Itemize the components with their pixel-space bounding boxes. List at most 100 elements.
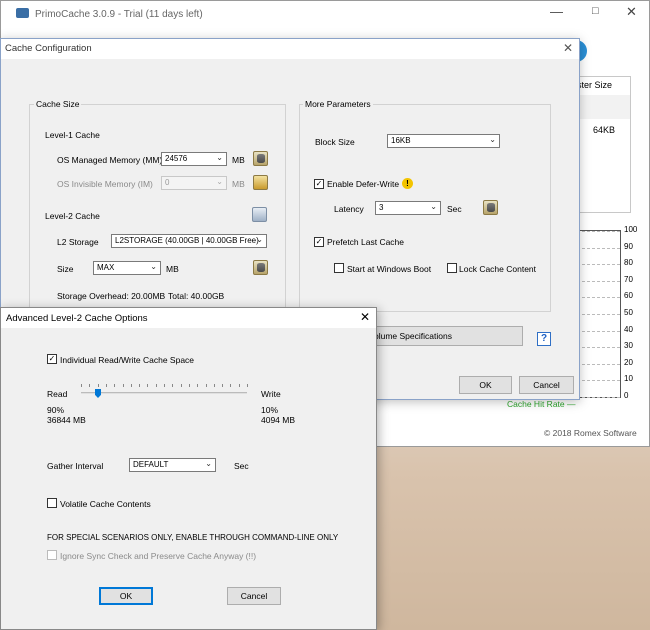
os-managed-unit: MB <box>232 155 245 165</box>
memory-icon[interactable] <box>253 175 268 190</box>
slider-tick <box>156 384 157 387</box>
graph-tick-label: 30 <box>624 341 633 351</box>
graph-gridline <box>577 280 620 282</box>
warning-icon: ! <box>402 178 413 189</box>
database-size-icon[interactable] <box>253 260 268 275</box>
cache-config-titlebar: Cache Configuration ✕ <box>1 39 579 59</box>
block-size-label: Block Size <box>315 137 355 147</box>
graph-gridline <box>577 363 620 365</box>
graph-tick-label: 20 <box>624 357 633 367</box>
latency-label: Latency <box>334 204 364 214</box>
os-invisible-combo[interactable]: 0 ⌄ <box>161 176 227 190</box>
advanced-title: Advanced Level-2 Cache Options <box>6 313 148 324</box>
slider-tick <box>222 384 223 387</box>
copyright-text: © 2018 Romex Software <box>544 428 637 438</box>
write-percent: 10% <box>261 405 279 415</box>
graph-gridline <box>577 264 620 266</box>
slider-tick <box>181 384 182 387</box>
help-icon[interactable]: ? <box>537 332 551 346</box>
database-icon[interactable] <box>253 151 268 166</box>
latency-unit: Sec <box>447 204 462 214</box>
hit-rate-graph <box>576 230 621 398</box>
level1-label: Level-1 Cache <box>45 130 100 140</box>
gather-interval-unit: Sec <box>234 461 249 471</box>
graph-gridline <box>577 380 620 382</box>
cache-config-ok-button[interactable]: OK <box>459 376 512 394</box>
size-unit: MB <box>166 264 179 274</box>
block-size-combo[interactable]: 16KB ⌄ <box>387 134 500 148</box>
database-latency-icon[interactable] <box>483 200 498 215</box>
start-windows-checkbox[interactable] <box>334 263 344 273</box>
more-params-group-label: More Parameters <box>303 99 373 109</box>
slider-tick <box>114 384 115 387</box>
read-label: Read <box>47 389 68 399</box>
cache-config-cancel-button[interactable]: Cancel <box>519 376 574 394</box>
advanced-ok-button[interactable]: OK <box>99 587 153 605</box>
defer-write-checkbox[interactable]: ✓ <box>314 179 324 189</box>
lock-cache-checkbox[interactable] <box>447 263 457 273</box>
volatile-cache-checkbox[interactable] <box>47 498 57 508</box>
slider-tick <box>247 384 248 387</box>
volatile-cache-label[interactable]: Volatile Cache Contents <box>60 499 151 509</box>
gather-interval-combo[interactable]: DEFAULT ⌄ <box>129 458 216 472</box>
slider-tick <box>81 384 82 387</box>
os-managed-combo[interactable]: 24576 ⌄ <box>161 152 227 166</box>
stats-row-highlight <box>577 95 630 119</box>
slider-tick <box>172 384 173 387</box>
maximize-icon[interactable]: □ <box>592 5 599 17</box>
slider-tick <box>206 384 207 387</box>
slider-tick <box>164 384 165 387</box>
os-managed-label: OS Managed Memory (MM) <box>57 155 163 165</box>
latency-combo[interactable]: 3 ⌄ <box>375 201 441 215</box>
slider-ticks <box>81 384 248 388</box>
graph-tick-label: 70 <box>624 274 633 284</box>
start-windows-label[interactable]: Start at Windows Boot <box>347 264 431 274</box>
os-invisible-unit: MB <box>232 179 245 189</box>
write-label: Write <box>261 389 281 399</box>
read-mb: 36844 MB <box>47 415 86 425</box>
size-combo[interactable]: MAX ⌄ <box>93 261 161 275</box>
cache-size-group-label: Cache Size <box>34 99 82 109</box>
size-label: Size <box>57 264 74 274</box>
slider-tick <box>89 384 90 387</box>
settings-wrench-icon[interactable] <box>252 207 267 222</box>
graph-gridline <box>577 247 620 249</box>
read-write-slider[interactable] <box>81 384 248 400</box>
stats-header: ster Size <box>577 80 613 90</box>
minimize-icon[interactable]: — <box>550 4 563 19</box>
close-icon[interactable]: ✕ <box>626 4 637 20</box>
advanced-close-icon[interactable]: ✕ <box>360 310 370 324</box>
graph-tick-label: 50 <box>624 308 633 317</box>
lock-cache-label[interactable]: Lock Cache Content <box>459 264 536 274</box>
storage-total: Total: 40.00GB <box>168 291 225 301</box>
slider-tick <box>106 384 107 387</box>
slider-track <box>81 392 247 394</box>
graph-gridline <box>577 297 620 299</box>
level2-label: Level-2 Cache <box>45 211 100 221</box>
defer-write-label[interactable]: Enable Defer-Write <box>327 179 399 189</box>
ignore-sync-checkbox[interactable] <box>47 550 57 560</box>
l2-storage-combo[interactable]: L2STORAGE (40.00GB | 40.00GB Free) ⌄ <box>111 234 267 248</box>
individual-rw-label[interactable]: Individual Read/Write Cache Space <box>60 355 194 365</box>
stats-panel: ster Size 64KB <box>576 76 631 213</box>
legend-cache-hit-rate: Cache Hit Rate — <box>507 399 576 409</box>
prefetch-label[interactable]: Prefetch Last Cache <box>327 237 404 247</box>
slider-tick <box>189 384 190 387</box>
primocache-app-icon <box>16 8 29 18</box>
main-window-title: PrimoCache 3.0.9 - Trial (11 days left) <box>35 9 203 20</box>
advanced-cancel-button[interactable]: Cancel <box>227 587 281 605</box>
slider-thumb[interactable] <box>95 389 101 398</box>
l2-storage-label: L2 Storage <box>57 237 99 247</box>
stats-value: 64KB <box>593 125 616 135</box>
slider-tick <box>98 384 99 387</box>
cache-config-close-icon[interactable]: ✕ <box>563 41 573 55</box>
slider-tick <box>139 384 140 387</box>
individual-rw-checkbox[interactable]: ✓ <box>47 354 57 364</box>
os-invisible-label: OS Invisible Memory (IM) <box>57 179 153 189</box>
graph-tick-label: 40 <box>624 324 633 334</box>
read-percent: 90% <box>47 405 65 415</box>
graph-gridline <box>577 231 620 232</box>
prefetch-checkbox[interactable]: ✓ <box>314 237 324 247</box>
graph-tick-label: 0 <box>624 391 629 400</box>
ignore-sync-label: Ignore Sync Check and Preserve Cache Any… <box>60 551 257 561</box>
